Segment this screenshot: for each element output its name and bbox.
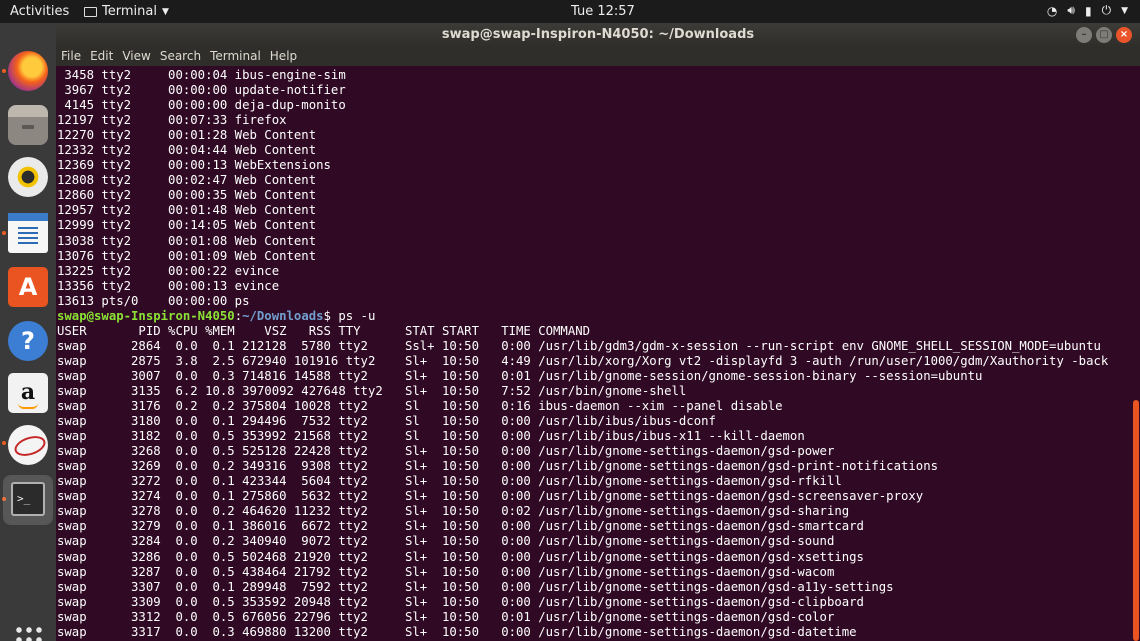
power-icon[interactable]: ⏻ xyxy=(1102,3,1112,18)
files-icon[interactable] xyxy=(8,105,48,145)
ps-header: USER PID %CPU %MEM VSZ RSS TTY STAT STAR… xyxy=(57,323,591,338)
menu-view[interactable]: View xyxy=(122,47,150,66)
terminal-dock-icon[interactable]: >_ xyxy=(3,475,53,525)
activities-button[interactable]: Activities xyxy=(10,4,69,19)
system-tray[interactable]: ◔ 🔊︎ ▮ ⏻ ▼ xyxy=(1047,3,1128,18)
ps-row: swap 3284 0.0 0.2 340940 9072 tty2 Sl+ 1… xyxy=(57,534,835,549)
ps-row: swap 3278 0.0 0.2 464620 11232 tty2 Sl+ … xyxy=(57,504,850,519)
prompt-path: ~/Downloads xyxy=(242,308,324,323)
show-applications-icon[interactable] xyxy=(14,625,42,641)
output-line: 12808 tty2 00:02:47 Web Content xyxy=(57,173,317,188)
output-line: 3458 tty2 00:00:04 ibus-engine-sim xyxy=(57,68,346,82)
ps-row: swap 3274 0.0 0.1 275860 5632 tty2 Sl+ 1… xyxy=(57,489,924,504)
ps-row: swap 3317 0.0 0.3 469880 13200 tty2 Sl+ … xyxy=(57,624,857,639)
terminal-icon: >_ xyxy=(11,482,45,516)
top-bar: Activities Terminal ▼ Tue 12:57 ◔ 🔊︎ ▮ ⏻… xyxy=(0,0,1140,23)
firefox-icon[interactable] xyxy=(8,51,48,91)
prompt-line: swap@swap-Inspiron-N4050:~/Downloads$ ps… xyxy=(57,309,375,323)
prompt-user: swap@swap-Inspiron-N4050 xyxy=(57,308,235,323)
output-line: 12957 tty2 00:01:48 Web Content xyxy=(57,203,317,218)
clock[interactable]: Tue 12:57 xyxy=(571,4,635,19)
output-line: 13038 tty2 00:01:08 Web Content xyxy=(57,233,317,248)
menu-file[interactable]: File xyxy=(61,47,81,66)
terminal-window: swap@swap-Inspiron-N4050: ~/Downloads – … xyxy=(56,23,1140,641)
ps-row: swap 3309 0.0 0.5 353592 20948 tty2 Sl+ … xyxy=(57,594,864,609)
running-indicator xyxy=(2,231,6,235)
ps-row: swap 3007 0.0 0.3 714816 14588 tty2 Sl+ … xyxy=(57,368,983,383)
terminal-output[interactable]: 3458 tty2 00:00:04 ibus-engine-sim 3967 … xyxy=(56,66,1132,641)
ps-row: swap 3272 0.0 0.1 423344 5604 tty2 Sl+ 1… xyxy=(57,474,842,489)
rhythmbox-icon[interactable] xyxy=(8,157,48,197)
output-line: 13613 pts/0 00:00:00 ps xyxy=(57,293,250,308)
scrollbar-thumb[interactable] xyxy=(1133,400,1139,641)
window-controls: – □ × xyxy=(1076,27,1132,43)
ps-row: swap 3287 0.0 0.5 438464 21792 tty2 Sl+ … xyxy=(57,564,835,579)
app-menu-label: Terminal xyxy=(102,4,157,19)
menu-terminal[interactable]: Terminal xyxy=(210,47,261,66)
ps-row: swap 3176 0.2 0.2 375804 10028 tty2 Sl 1… xyxy=(57,399,783,414)
terminal-icon xyxy=(84,6,97,17)
menu-help[interactable]: Help xyxy=(270,47,297,66)
output-line: 13225 tty2 00:00:22 evince xyxy=(57,263,280,278)
output-line: 12999 tty2 00:14:05 Web Content xyxy=(57,218,317,233)
window-titlebar[interactable]: swap@swap-Inspiron-N4050: ~/Downloads – … xyxy=(56,23,1140,47)
ps-row: swap 3279 0.0 0.1 386016 6672 tty2 Sl+ 1… xyxy=(57,519,864,534)
output-line: 12270 tty2 00:01:28 Web Content xyxy=(57,128,317,143)
ps-row: swap 3182 0.0 0.5 353992 21568 tty2 Sl 1… xyxy=(57,429,805,444)
ps-row: swap 3269 0.0 0.2 349316 9308 tty2 Sl+ 1… xyxy=(57,459,938,474)
close-icon[interactable]: × xyxy=(1116,27,1132,43)
battery-icon[interactable]: ▮ xyxy=(1085,4,1092,18)
ps-row: swap 2875 3.8 2.5 672940 101916 tty2 Sl+… xyxy=(57,353,1109,368)
chevron-down-icon: ▼ xyxy=(161,6,169,17)
dock: A ? a >_ xyxy=(0,23,56,641)
running-indicator xyxy=(2,441,6,445)
ps-row: swap 2864 0.0 0.1 212128 5780 tty2 Ssl+ … xyxy=(57,338,1101,353)
output-line: 12332 tty2 00:04:44 Web Content xyxy=(57,143,317,158)
menu-edit[interactable]: Edit xyxy=(90,47,113,66)
prompt-symbol: $ xyxy=(323,308,339,323)
ps-row: swap 3268 0.0 0.5 525128 22428 tty2 Sl+ … xyxy=(57,444,835,459)
ps-row: swap 3180 0.0 0.1 294496 7532 tty2 Sl 10… xyxy=(57,414,716,429)
ubuntu-software-icon[interactable]: A xyxy=(8,267,48,307)
menu-search[interactable]: Search xyxy=(160,47,201,66)
output-line: 3967 tty2 00:00:00 update-notifier xyxy=(57,83,346,98)
output-line: 12860 tty2 00:00:35 Web Content xyxy=(57,188,317,203)
ps-row: swap 3135 6.2 10.8 3970092 427648 tty2 S… xyxy=(57,383,687,398)
terminal-text: 3458 tty2 00:00:04 ibus-engine-sim 3967 … xyxy=(56,66,1132,640)
output-line: 12369 tty2 00:00:13 WebExtensions xyxy=(57,158,331,173)
running-indicator xyxy=(2,69,6,73)
app-menu[interactable]: Terminal ▼ xyxy=(84,4,169,19)
ps-row: swap 3286 0.0 0.5 502468 21920 tty2 Sl+ … xyxy=(57,549,864,564)
libreoffice-writer-icon[interactable] xyxy=(8,213,48,253)
minimize-icon[interactable]: – xyxy=(1076,27,1092,43)
evince-icon[interactable] xyxy=(8,425,48,465)
maximize-icon[interactable]: □ xyxy=(1096,27,1112,43)
output-line: 13356 tty2 00:00:13 evince xyxy=(57,278,280,293)
ps-row: swap 3307 0.0 0.1 289948 7592 tty2 Sl+ 1… xyxy=(57,579,894,594)
output-line: 12197 tty2 00:07:33 firefox xyxy=(57,113,287,128)
ps-row: swap 3312 0.0 0.5 676056 22796 tty2 Sl+ … xyxy=(57,609,835,624)
chevron-down-icon[interactable]: ▼ xyxy=(1121,6,1128,16)
prompt-separator: : xyxy=(234,308,243,323)
output-line: 4145 tty2 00:00:00 deja-dup-monito xyxy=(57,98,346,113)
help-icon[interactable]: ? xyxy=(8,321,48,361)
scrollbar[interactable] xyxy=(1132,66,1140,641)
output-line: 13076 tty2 00:01:09 Web Content xyxy=(57,248,317,263)
amazon-icon[interactable]: a xyxy=(8,373,48,413)
wifi-icon[interactable]: ◔ xyxy=(1047,4,1057,18)
menu-bar: File Edit View Search Terminal Help xyxy=(56,47,1140,66)
volume-icon[interactable]: 🔊︎ xyxy=(1067,3,1075,18)
command-text: ps -u xyxy=(338,308,376,323)
window-title: swap@swap-Inspiron-N4050: ~/Downloads xyxy=(441,27,755,42)
